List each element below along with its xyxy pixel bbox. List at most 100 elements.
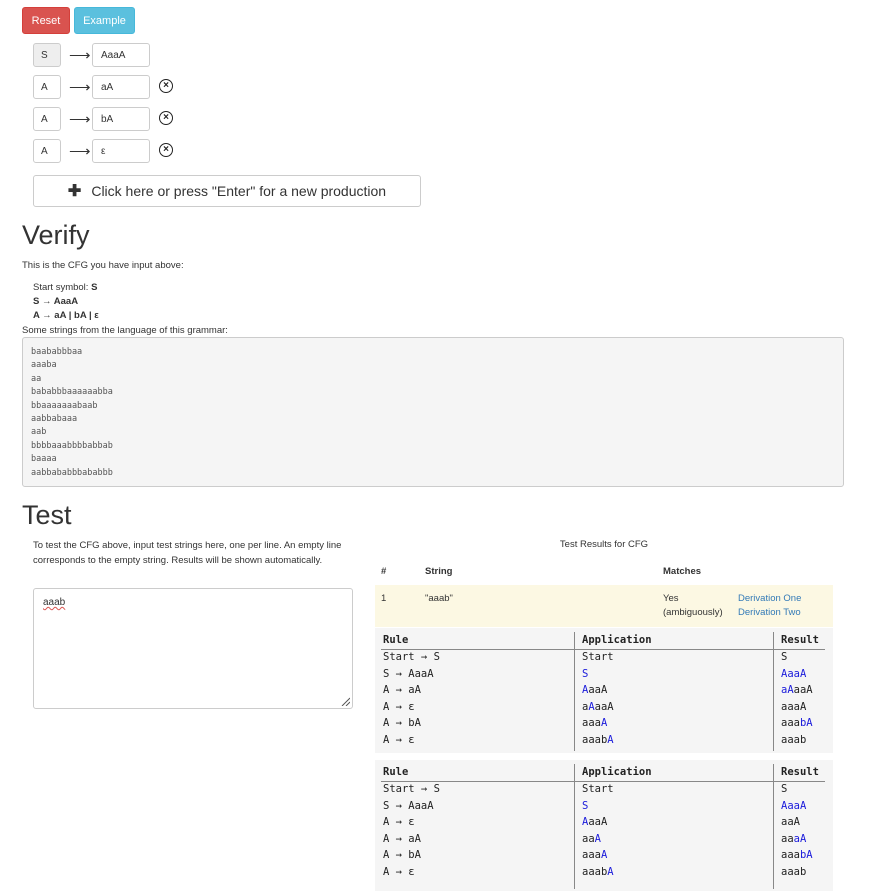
rule-header: Rule — [383, 766, 409, 778]
verify-intro: This is the CFG you have input above: — [22, 260, 184, 271]
derivation-application: aaaA — [582, 717, 608, 730]
derivation-result: aaabA — [781, 717, 813, 730]
result-string: "aaab" — [425, 593, 453, 604]
derivation-rule: A → ε — [383, 866, 415, 878]
start-symbol-line: Start symbol: S — [33, 282, 97, 293]
derivation-rule: A → ε — [383, 734, 415, 746]
start-symbol-label: Start symbol: — [33, 282, 89, 293]
derivation-application: AaaA — [582, 684, 608, 697]
column-divider — [773, 764, 774, 889]
result-header: Result — [781, 634, 819, 646]
derivation-rule: A → bA — [383, 849, 421, 862]
rule-a: A → aA | bA | ε — [33, 310, 99, 321]
col-matches: Matches — [663, 566, 702, 577]
test-input-text: aaab — [43, 597, 66, 608]
header-divider — [381, 649, 825, 650]
delete-production-icon[interactable]: × — [159, 143, 173, 157]
derivation-result: aaaA — [781, 700, 807, 713]
production-lhs-input[interactable]: A — [33, 139, 61, 163]
rule-s: S → AaaA — [33, 296, 79, 307]
production-rhs-input[interactable]: AaaA — [92, 43, 150, 67]
derivation-result: AaaA — [781, 799, 807, 812]
column-divider — [773, 632, 774, 751]
derivation-result: aaA — [781, 816, 800, 829]
derivation-rule: A → aA — [383, 832, 421, 845]
col-num: # — [381, 566, 387, 577]
derivation-result: AaaA — [781, 667, 807, 680]
sample-string: aabbababbbababbb — [31, 467, 113, 478]
derivation-result: aaabA — [781, 849, 813, 862]
derivation-two-table: Rule Application Result Start → S Start S S → … — [375, 760, 833, 891]
derivation-rule: S → AaaA — [383, 667, 434, 680]
sample-string: aab — [31, 427, 47, 438]
derivation-rule: A → aA — [383, 684, 421, 697]
sample-string: bababbbaaaaaabba — [31, 387, 113, 398]
delete-production-icon[interactable]: × — [159, 79, 173, 93]
derivation-two-link[interactable]: Derivation Two — [738, 607, 801, 618]
delete-production-icon[interactable]: × — [159, 111, 173, 125]
derivation-rule: Start → S — [383, 783, 440, 795]
derivation-one-table: Rule Application Result Start → S Start S S → … — [375, 628, 833, 753]
derivation-application: S — [582, 799, 589, 812]
sample-string: baaaa — [31, 454, 57, 465]
rule-header: Rule — [383, 634, 409, 646]
production-lhs-input[interactable]: A — [33, 75, 61, 99]
derivation-rule: A → bA — [383, 717, 421, 730]
production-rhs-input[interactable]: aA — [92, 75, 150, 99]
resize-grip-icon[interactable] — [340, 696, 350, 706]
result-header: Result — [781, 766, 819, 778]
result-num: 1 — [381, 593, 387, 604]
sample-string: aa — [31, 373, 42, 384]
derivation-rule: A → ε — [383, 816, 415, 829]
test-instructions: To test the CFG above, input test string… — [33, 540, 342, 566]
derivation-result: aaaA — [781, 832, 807, 845]
derivation-application: Start — [582, 651, 614, 663]
derivation-application: AaaA — [582, 816, 608, 829]
production-rhs-input[interactable]: bA — [92, 107, 150, 131]
arrow-icon: ⟶ — [69, 79, 91, 96]
derivation-application: aaabA — [582, 734, 614, 746]
header-divider — [381, 781, 825, 782]
results-title: Test Results for CFG — [559, 539, 649, 550]
example-button[interactable]: Example — [74, 7, 135, 34]
production-rhs-input[interactable]: ε — [92, 139, 150, 163]
add-production-button[interactable]: ✚ Click here or press "Enter" for a new … — [33, 175, 421, 207]
application-header: Application — [582, 634, 652, 646]
test-heading: Test — [22, 500, 72, 530]
derivation-result: aAaaA — [781, 684, 813, 697]
result-match-note: (ambiguously) — [663, 607, 723, 618]
sample-strings-box: baababbbaa aaaba aa bababbbaaaaaabba bbaaaaa… — [22, 337, 844, 487]
strings-label: Some strings from the language of this g… — [22, 325, 228, 336]
add-production-label: Click here or press "Enter" for a new pr… — [91, 183, 387, 199]
production-lhs-input: S — [33, 43, 61, 67]
column-divider — [574, 764, 575, 889]
plus-icon: ✚ — [67, 183, 82, 200]
derivation-application: aaabA — [582, 866, 614, 878]
arrow-icon: ⟶ — [69, 47, 91, 64]
derivation-result: S — [781, 783, 788, 795]
derivation-rule: A → ε — [383, 700, 415, 713]
derivation-application: aaA — [582, 832, 601, 845]
sample-string: bbaaaaaaabaab — [31, 400, 98, 411]
derivation-one-link[interactable]: Derivation One — [738, 593, 801, 604]
arrow-icon: ⟶ — [69, 143, 91, 160]
verify-heading: Verify — [22, 220, 90, 250]
production-lhs-input[interactable]: A — [33, 107, 61, 131]
test-strings-input[interactable]: aaab — [33, 588, 353, 709]
result-row: 1 "aaab" Yes (ambiguously) Derivation On… — [375, 585, 833, 627]
reset-button[interactable]: Reset — [22, 7, 70, 34]
col-string: String — [425, 566, 453, 577]
result-match: Yes — [663, 593, 679, 604]
derivation-rule: Start → S — [383, 651, 440, 663]
derivation-application: S — [582, 667, 589, 680]
sample-string: aaaba — [31, 360, 57, 371]
start-symbol-value: S — [91, 282, 98, 293]
application-header: Application — [582, 766, 652, 778]
derivation-application: Start — [582, 783, 614, 795]
derivation-application: aaaA — [582, 849, 608, 862]
derivation-result: aaab — [781, 866, 807, 878]
derivation-application: aAaaA — [582, 700, 614, 713]
derivation-result: S — [781, 651, 788, 663]
sample-string: aabbabaaa — [31, 414, 78, 425]
sample-string: bbbbaaabbbbabbab — [31, 440, 113, 451]
